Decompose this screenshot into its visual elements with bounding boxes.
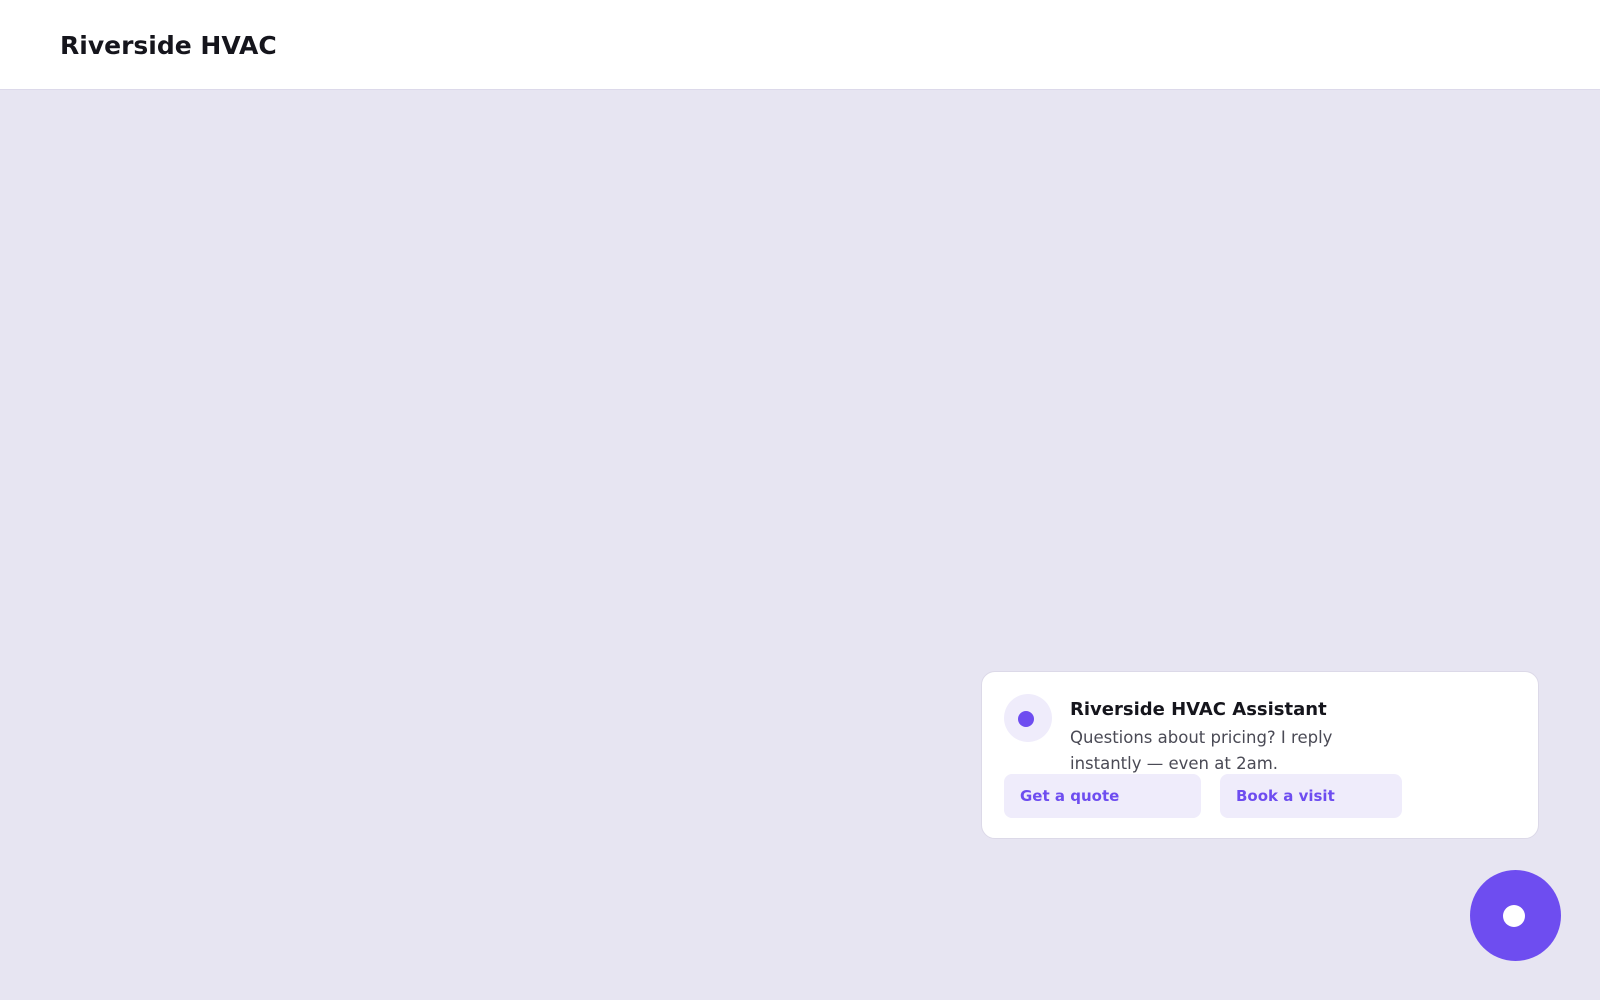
chat-launcher-button[interactable] (1470, 870, 1561, 961)
chat-prompt-card: Riverside HVAC Assistant Questions about… (981, 671, 1539, 839)
chat-launcher-icon (1503, 905, 1525, 927)
assistant-avatar (1004, 694, 1052, 742)
get-quote-button[interactable]: Get a quote (1004, 774, 1201, 818)
site-header: Riverside HVAC (0, 0, 1600, 90)
brand-title[interactable]: Riverside HVAC (60, 30, 277, 62)
book-visit-button[interactable]: Book a visit (1220, 774, 1402, 818)
dot-icon (1018, 711, 1034, 727)
assistant-message: Questions about pricing? I reply instant… (1070, 728, 1333, 773)
assistant-name: Riverside HVAC Assistant (1070, 699, 1327, 720)
page-body (0, 90, 1600, 1000)
